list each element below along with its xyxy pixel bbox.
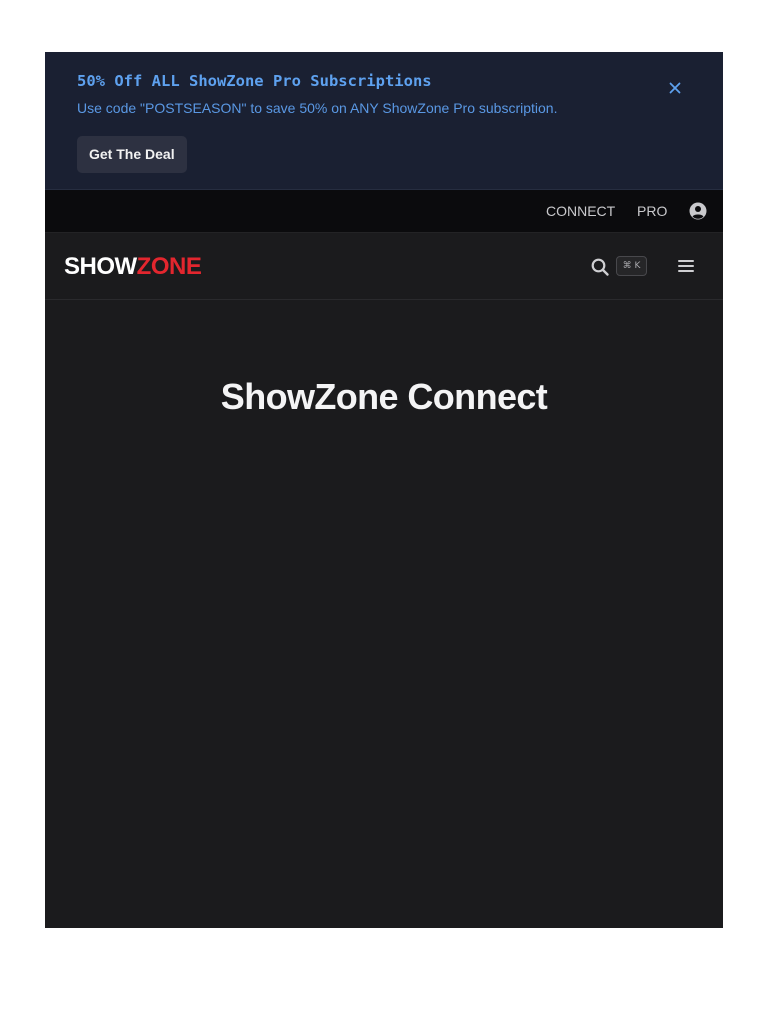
close-icon [669, 82, 681, 94]
top-utility-bar: CONNECT PRO [45, 190, 723, 233]
connect-link[interactable]: CONNECT [546, 190, 615, 233]
get-the-deal-button[interactable]: Get The Deal [77, 136, 187, 173]
promo-subtitle: Use code "POSTSEASON" to save 50% on ANY… [77, 100, 558, 116]
showzone-logo[interactable]: SHOWZONE [64, 253, 202, 281]
app-frame: 50% Off ALL ShowZone Pro Subscriptions U… [45, 52, 723, 928]
menu-button[interactable] [677, 257, 695, 275]
promo-title: 50% Off ALL ShowZone Pro Subscriptions [77, 72, 432, 90]
main-nav: SHOWZONE ⌘ K [45, 233, 723, 300]
user-circle-icon [689, 202, 707, 220]
account-button[interactable] [689, 202, 707, 220]
logo-part-zone: ZONE [136, 253, 202, 280]
hamburger-menu-icon [678, 260, 694, 272]
search-button[interactable] [589, 256, 611, 278]
close-banner-button[interactable] [663, 76, 687, 100]
pro-link[interactable]: PRO [637, 190, 667, 233]
logo-part-show: SHOW [64, 253, 137, 280]
search-icon [591, 258, 609, 276]
search-shortcut-badge: ⌘ K [616, 256, 647, 276]
page-title: ShowZone Connect [220, 376, 548, 417]
promo-banner: 50% Off ALL ShowZone Pro Subscriptions U… [45, 52, 723, 190]
